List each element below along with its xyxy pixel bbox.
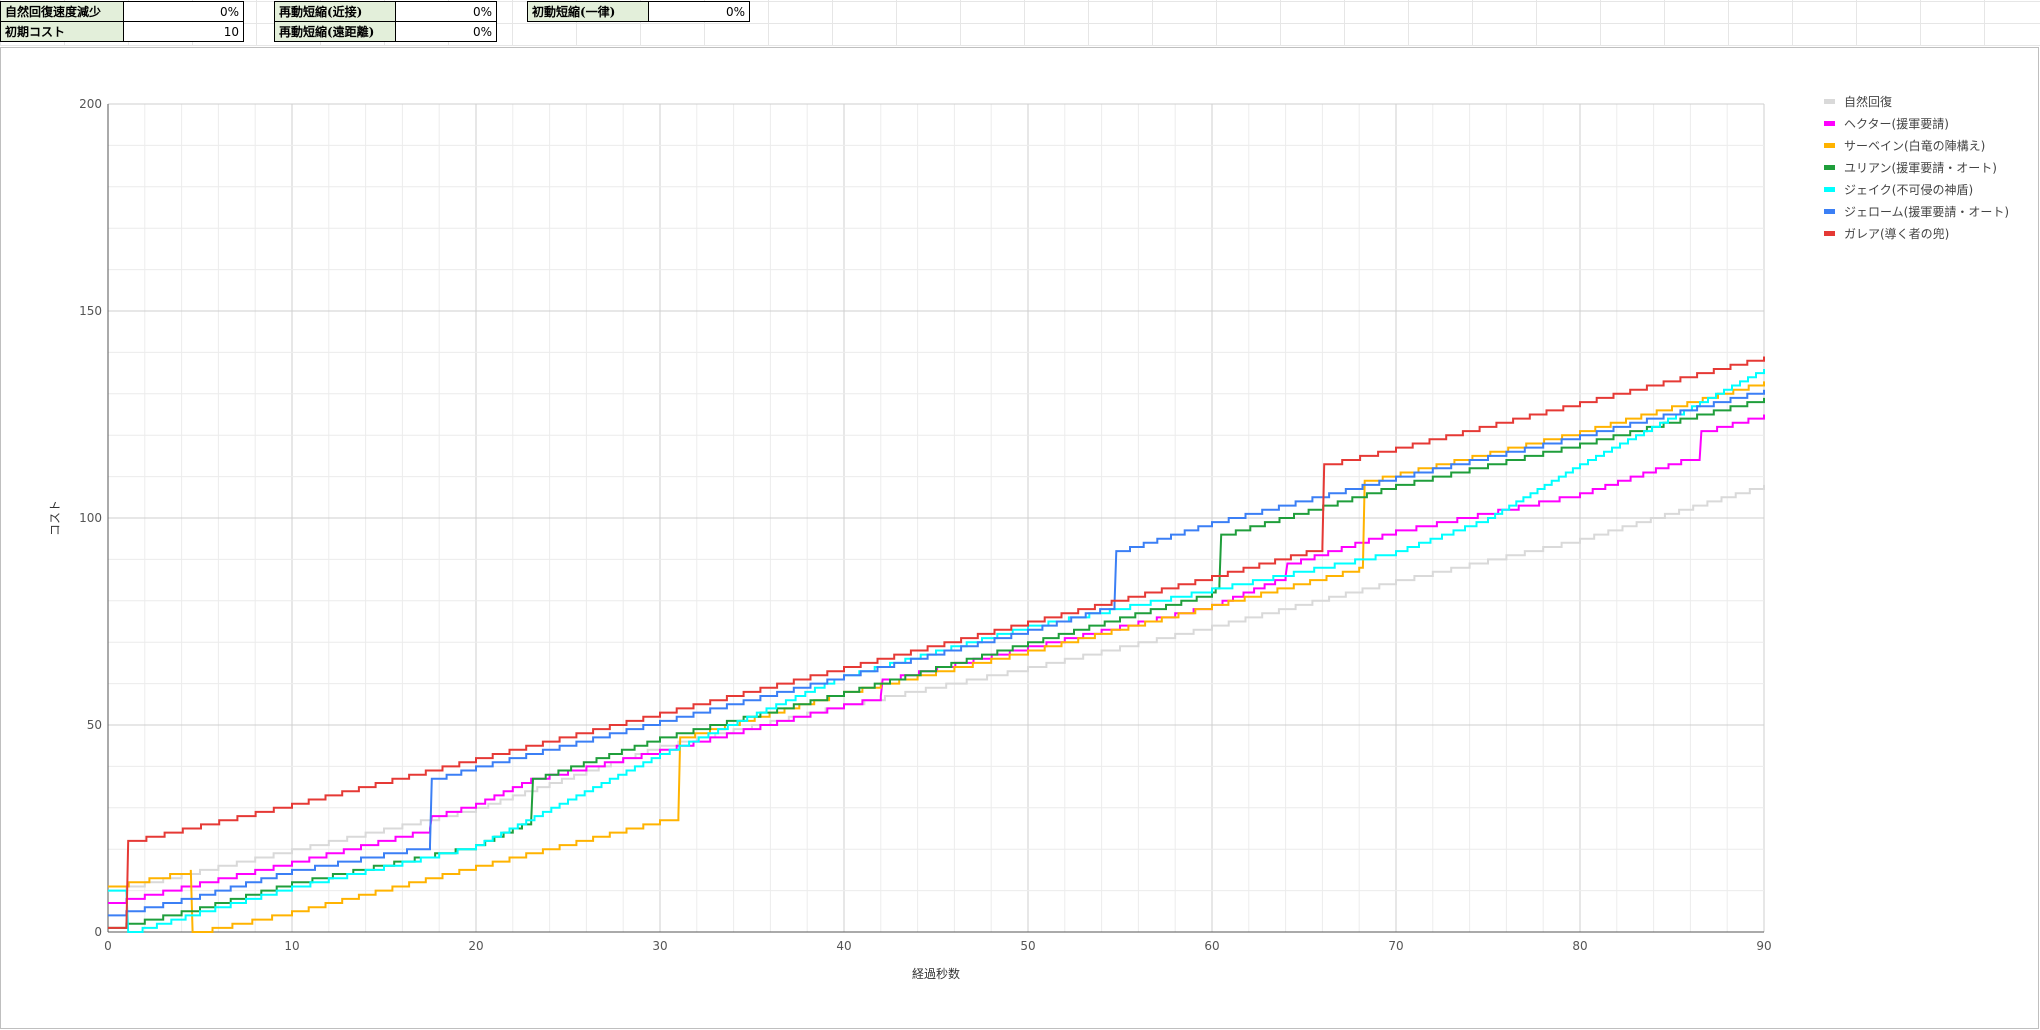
- legend-swatch: [1824, 99, 1835, 104]
- legend-label: サーベイン(白竜の陣構え): [1844, 138, 1985, 153]
- legend-label: ガレア(導く者の兜): [1844, 226, 1949, 241]
- legend-label: ジェローム(援軍要請・オート): [1844, 205, 2009, 219]
- chart-object[interactable]: 0 10 20 30 40 50 60 70 80 90 0 50 100 150 200 自然回復ヘクター…: [0, 47, 2039, 1029]
- y-tick-label: 200: [79, 97, 102, 111]
- legend-swatch: [1824, 231, 1835, 236]
- legend-swatch: [1824, 209, 1835, 214]
- legend-swatch: [1824, 121, 1835, 126]
- legend-swatch: [1824, 143, 1835, 148]
- x-tick-label: 50: [1020, 939, 1035, 953]
- param-value-natural-recovery[interactable]: 0%: [123, 1, 244, 22]
- x-tick-label: 30: [652, 939, 667, 953]
- param-label-initial-cost: 初期コスト: [0, 21, 124, 42]
- param-label-redeploy-ranged: 再動短縮(遠距離): [274, 21, 396, 42]
- spreadsheet-strip: 自然回復速度減少 0% 初期コスト 10 再動短縮(近接) 0% 再動短縮(遠距…: [0, 0, 2040, 46]
- x-tick-label: 90: [1756, 939, 1771, 953]
- chart-grid: [107, 103, 1765, 933]
- param-table-initial: 初動短縮(一律) 0%: [527, 1, 750, 22]
- x-tick-label: 40: [836, 939, 851, 953]
- axis-ticks: 0 10 20 30 40 50 60 70 80 90 0 50 100 150 200: [79, 97, 1772, 953]
- legend-label: ジェイク(不可侵の神盾): [1844, 182, 1973, 197]
- y-tick-label: 100: [79, 511, 102, 525]
- x-tick-label: 70: [1388, 939, 1403, 953]
- series-line-5: [108, 369, 1765, 933]
- series-line-1: [108, 484, 1765, 892]
- x-tick-label: 0: [104, 939, 112, 953]
- chart-series: [108, 356, 1765, 933]
- legend-label: ヘクター(援軍要請): [1844, 117, 1949, 131]
- legend-label: ユリアン(援軍要請・オート): [1844, 161, 1997, 175]
- legend-swatch: [1824, 165, 1835, 170]
- cost-chart: 0 10 20 30 40 50 60 70 80 90 0 50 100 150 200 自然回復ヘクター…: [48, 94, 2009, 981]
- y-tick-label: 0: [94, 925, 102, 939]
- param-value-redeploy-ranged[interactable]: 0%: [395, 21, 497, 42]
- chart-legend: 自然回復ヘクター(援軍要請) サーベイン(白竜の陣構え) ユリアン(援軍要請・オート…: [1824, 94, 2009, 241]
- param-value-initial-cost[interactable]: 10: [123, 21, 244, 42]
- y-tick-label: 150: [79, 304, 102, 318]
- legend-label: 自然回復: [1844, 94, 1892, 109]
- y-axis-title: コスト: [48, 500, 62, 536]
- legend-swatch: [1824, 187, 1835, 192]
- param-label-redeploy-melee: 再動短縮(近接): [274, 1, 396, 22]
- x-axis-title: 経過秒数: [912, 966, 960, 981]
- x-tick-label: 10: [284, 939, 299, 953]
- param-label-initial-reduction: 初動短縮(一律): [527, 1, 649, 22]
- param-label-natural-recovery: 自然回復速度減少: [0, 1, 124, 22]
- y-tick-label: 50: [87, 718, 102, 732]
- x-tick-label: 20: [468, 939, 483, 953]
- param-value-initial-reduction[interactable]: 0%: [648, 1, 750, 22]
- x-tick-label: 80: [1572, 939, 1587, 953]
- param-table-recovery: 自然回復速度減少 0% 初期コスト 10: [0, 1, 244, 42]
- param-table-redeploy: 再動短縮(近接) 0% 再動短縮(遠距離) 0%: [274, 1, 497, 42]
- x-tick-label: 60: [1204, 939, 1219, 953]
- series-line-2: [108, 414, 1765, 904]
- param-value-redeploy-melee[interactable]: 0%: [395, 1, 497, 22]
